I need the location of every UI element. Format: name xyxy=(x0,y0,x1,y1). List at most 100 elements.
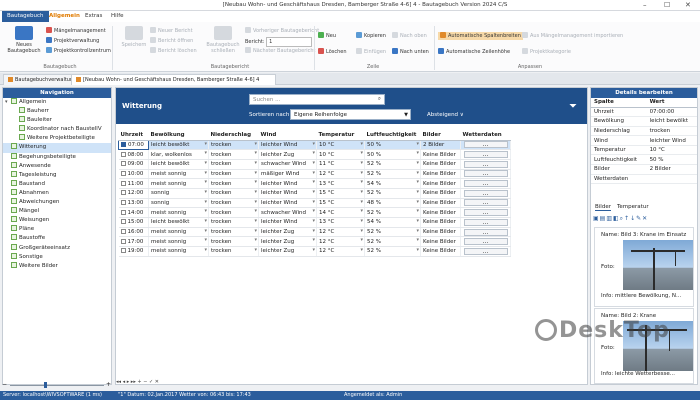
chevron-down-icon[interactable]: ▾ xyxy=(416,170,419,176)
delete-report-button[interactable]: Bericht löschen xyxy=(150,47,197,55)
chevron-down-icon[interactable]: ▾ xyxy=(312,218,315,224)
nav-item[interactable]: Sonstige xyxy=(3,252,111,262)
table-cell[interactable]: Keine Bilder xyxy=(420,198,461,209)
table-cell[interactable]: Keine Bilder xyxy=(420,227,461,238)
table-cell[interactable]: 48 % ▾ xyxy=(364,198,421,209)
zoom-out-icon[interactable]: − xyxy=(2,381,7,388)
table-cell[interactable]: 54 % ▾ xyxy=(364,217,421,228)
chevron-down-icon[interactable]: ▾ xyxy=(312,199,315,205)
table-cell[interactable]: 2 Bilder xyxy=(420,140,461,151)
table-cell[interactable]: trocken ▾ xyxy=(208,198,259,209)
table-cell[interactable]: … xyxy=(460,236,511,248)
table-cell[interactable]: meist sonnig ▾ xyxy=(148,169,209,180)
table-cell[interactable]: 10 °C ▾ xyxy=(316,140,365,151)
chevron-down-icon[interactable]: ▾ xyxy=(312,228,315,234)
row-checkbox[interactable] xyxy=(120,248,126,254)
details-row[interactable]: Bilder 2 Bilder xyxy=(591,164,697,175)
sort-direction[interactable]: Absteigend ∨ xyxy=(427,112,464,118)
table-cell[interactable]: trocken ▾ xyxy=(208,188,259,199)
table-cell[interactable]: 12 °C ▾ xyxy=(316,236,365,248)
table-cell[interactable]: 15:00 xyxy=(118,217,149,228)
move-down-button[interactable]: Nach unten xyxy=(392,48,429,56)
details-value[interactable] xyxy=(646,174,697,185)
tab-allgemein[interactable]: Allgemein xyxy=(44,11,85,22)
table-cell[interactable]: leichter Zug ▾ xyxy=(258,246,317,257)
nav-item[interactable]: Baustoffe xyxy=(3,234,111,243)
table-cell[interactable]: trocken ▾ xyxy=(208,178,259,189)
table-cell[interactable]: 10 °C ▾ xyxy=(316,149,365,160)
table-cell[interactable]: 52 % ▾ xyxy=(364,207,421,218)
filter-icon[interactable]: ⏷ xyxy=(569,101,577,112)
chevron-down-icon[interactable]: ▾ xyxy=(312,247,315,253)
table-row[interactable]: 13:00 sonnig ▾ trocken ▾ leichter Wind ▾ 15 °C ▾… xyxy=(118,198,511,209)
chevron-down-icon[interactable]: ▾ xyxy=(360,160,363,166)
chevron-down-icon[interactable]: ▾ xyxy=(416,237,419,243)
chevron-down-icon[interactable]: ▾ xyxy=(416,208,419,214)
table-cell[interactable]: trocken ▾ xyxy=(208,246,259,257)
chevron-down-icon[interactable]: ▾ xyxy=(312,208,315,214)
new-diary-button[interactable]: Neues Bautagebuch xyxy=(4,26,44,54)
row-checkbox[interactable] xyxy=(120,161,126,167)
chevron-down-icon[interactable]: ▾ xyxy=(204,150,207,156)
chevron-down-icon[interactable]: ▾ xyxy=(360,247,363,253)
zoom-track[interactable] xyxy=(10,385,104,386)
nav-item[interactable]: Tagesleistung xyxy=(3,170,111,180)
chevron-down-icon[interactable]: ▾ xyxy=(204,218,207,224)
table-cell[interactable]: 13 °C ▾ xyxy=(316,178,365,189)
col-luftfeuchtigkeit[interactable]: Luftfeuchtigkeit xyxy=(364,131,421,141)
zoom-knob[interactable] xyxy=(44,382,47,388)
table-cell[interactable]: … xyxy=(460,207,511,218)
nav-item[interactable]: Abnahmen xyxy=(3,188,111,198)
weather-data-button[interactable]: … xyxy=(463,189,508,197)
project-category-button[interactable]: Projektkategorie xyxy=(522,48,571,56)
record-navigator[interactable]: ◂◂ ◂ ▸ ▸▸ + − ✓ ✕ xyxy=(116,379,159,385)
zoom-slider[interactable]: − + xyxy=(2,381,112,388)
table-cell[interactable]: … xyxy=(460,149,511,160)
previous-report-button[interactable]: Vorheriger Bautagebericht xyxy=(245,27,319,35)
chevron-down-icon[interactable]: ▾ xyxy=(312,170,315,176)
table-cell[interactable]: 12 °C ▾ xyxy=(316,169,365,180)
delete-row-button[interactable]: Löschen xyxy=(318,48,347,56)
chevron-down-icon[interactable]: ▾ xyxy=(416,218,419,224)
tab-bilder[interactable]: Bilder xyxy=(595,204,611,211)
chevron-down-icon[interactable]: ▾ xyxy=(312,141,315,147)
chevron-down-icon[interactable]: ▾ xyxy=(254,247,257,253)
table-cell[interactable]: … xyxy=(460,246,511,257)
row-checkbox[interactable] xyxy=(120,229,126,235)
table-cell[interactable]: 52 % ▾ xyxy=(364,227,421,238)
nav-item[interactable]: Weitere Bilder xyxy=(3,261,111,271)
table-cell[interactable]: leichter Zug ▾ xyxy=(258,227,317,238)
weather-data-button[interactable]: … xyxy=(463,180,508,188)
table-cell[interactable]: trocken ▾ xyxy=(208,207,259,218)
table-cell[interactable]: klar, wolkenlos ▾ xyxy=(148,149,209,160)
project-admin-button[interactable]: Projektverwaltung xyxy=(46,37,99,45)
chevron-down-icon[interactable]: ▾ xyxy=(312,150,315,156)
chevron-down-icon[interactable]: ▾ xyxy=(416,179,419,185)
details-value[interactable]: 07:00:00 xyxy=(646,107,697,118)
weather-data-button[interactable]: … xyxy=(463,228,508,236)
table-cell[interactable]: trocken ▾ xyxy=(208,217,259,228)
table-cell[interactable]: 50 % ▾ xyxy=(364,140,421,151)
table-cell[interactable]: 13:00 xyxy=(118,198,149,209)
doc-tab-project[interactable]: [Neubau Wohn- und Geschäftshaus Dresden,… xyxy=(71,74,276,85)
table-cell[interactable]: leicht bewölkt ▾ xyxy=(148,217,209,228)
table-cell[interactable]: 16:00 xyxy=(118,227,149,238)
col-wetterdaten[interactable]: Wetterdaten xyxy=(460,131,511,141)
table-cell[interactable]: 08:00 xyxy=(118,149,149,160)
chevron-down-icon[interactable]: ▾ xyxy=(254,150,257,156)
close-button[interactable]: ✕ xyxy=(685,1,691,9)
import-defects-button[interactable]: Aus Mängelmanagement importieren xyxy=(522,32,623,40)
next-report-button[interactable]: Nächster Bautagebericht xyxy=(245,47,316,55)
chevron-down-icon[interactable]: ▾ xyxy=(204,228,207,234)
table-cell[interactable]: 11 °C ▾ xyxy=(316,159,365,170)
doc-tab-management[interactable]: Bautagebuchverwaltung xyxy=(3,74,82,85)
crane-photo[interactable] xyxy=(623,240,693,290)
table-cell[interactable]: leicht bewölkt ▾ xyxy=(148,159,209,170)
chevron-down-icon[interactable]: ▾ xyxy=(204,247,207,253)
table-cell[interactable]: … xyxy=(460,140,511,151)
details-value[interactable]: 2 Bilder xyxy=(646,164,697,175)
details-value[interactable]: leichter Wind xyxy=(646,135,697,146)
table-cell[interactable]: 52 % ▾ xyxy=(364,169,421,180)
row-checkbox[interactable] xyxy=(120,170,126,176)
table-cell[interactable]: leichter Wind ▾ xyxy=(258,140,317,151)
